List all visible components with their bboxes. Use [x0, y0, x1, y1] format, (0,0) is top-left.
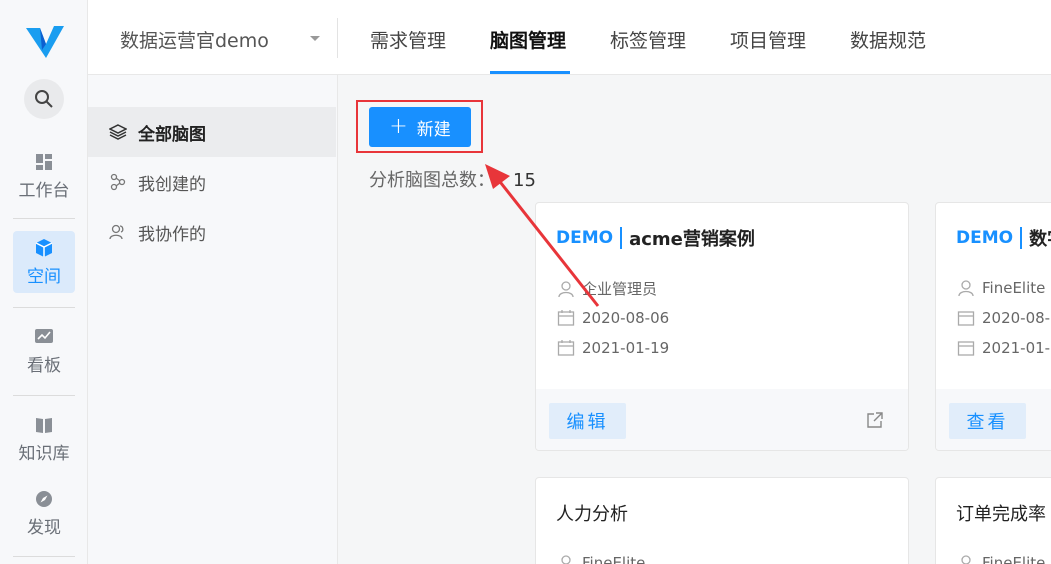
- card-name: 人力分析: [556, 504, 628, 525]
- card-created-date: 2020-08-2: [956, 308, 1051, 328]
- filter-label: 我创建的: [138, 174, 206, 195]
- view-button[interactable]: 查看: [949, 403, 1026, 439]
- caret-down-icon[interactable]: [310, 36, 320, 41]
- card-owner: FineElite: [956, 278, 1045, 298]
- card-footer: 编辑: [536, 389, 908, 450]
- nodes-icon: [108, 172, 128, 192]
- card-owner: FineElite: [556, 553, 645, 564]
- demo-tag: DEMO: [956, 228, 1014, 248]
- nav-item-knowledge-base[interactable]: 知识库: [13, 408, 75, 470]
- rail-divider: [13, 395, 75, 396]
- card-title: DEMO acme营销案例: [556, 225, 755, 251]
- total-count: 15: [513, 170, 536, 191]
- rail-divider: [13, 556, 75, 557]
- external-link-icon[interactable]: [866, 411, 884, 429]
- filter-collaborated[interactable]: 我协作的: [88, 207, 336, 257]
- app-root: 工作台 空间 看板 知识库 发现 数据运营官demo 需求管理 脑图管理 标签管…: [0, 0, 1051, 564]
- card-footer: 查看: [936, 389, 1051, 450]
- calendar-icon: [556, 338, 576, 358]
- book-icon: [34, 415, 54, 435]
- mindmap-filter-panel: 全部脑图 我创建的 我协作的: [88, 75, 338, 564]
- top-header: 数据运营官demo 需求管理 脑图管理 标签管理 项目管理 数据规范: [88, 0, 1051, 75]
- card-name: 订单完成率: [956, 504, 1046, 525]
- created-date: 2020-08-2: [982, 309, 1051, 327]
- new-button-label: 新建: [416, 119, 451, 140]
- tab-mindmaps[interactable]: 脑图管理: [490, 26, 566, 53]
- user-icon: [956, 553, 976, 564]
- card-name: 数字: [1029, 229, 1051, 250]
- tab-requirements[interactable]: 需求管理: [370, 26, 446, 53]
- filter-created-by-me[interactable]: 我创建的: [88, 157, 336, 207]
- filter-label: 我协作的: [138, 224, 206, 245]
- search-icon: [35, 90, 53, 108]
- user-icon: [556, 279, 576, 299]
- collaborator-icon: [108, 222, 128, 242]
- new-mindmap-button[interactable]: + 新建: [369, 107, 471, 147]
- card-updated-date: 2021-01-19: [556, 338, 669, 358]
- tab-data-standards[interactable]: 数据规范: [850, 26, 926, 53]
- nav-item-label: 空间: [27, 266, 61, 287]
- nav-item-board[interactable]: 看板: [13, 320, 75, 382]
- created-date: 2020-08-06: [582, 309, 670, 327]
- updated-date: 2021-01-19: [582, 339, 670, 357]
- filter-label: 全部脑图: [138, 124, 206, 145]
- updated-date: 2021-01-2: [982, 339, 1051, 357]
- card-name: acme营销案例: [629, 229, 755, 250]
- app-logo-icon[interactable]: [24, 20, 64, 60]
- space-selector[interactable]: 数据运营官demo: [120, 26, 269, 53]
- calendar-icon: [956, 338, 976, 358]
- mindmap-card[interactable]: DEMO acme营销案例 企业管理员 2020-08-06 2021-01-1…: [535, 202, 909, 451]
- owner-name: 企业管理员: [582, 280, 658, 298]
- rail-divider: [13, 307, 75, 308]
- nav-item-label: 工作台: [18, 180, 70, 201]
- card-title: 人力分析: [556, 500, 628, 526]
- title-separator: [1020, 227, 1023, 249]
- cube-icon: [34, 238, 54, 258]
- title-separator: [620, 227, 623, 249]
- owner-name: FineElite: [582, 554, 646, 564]
- nav-item-workbench[interactable]: 工作台: [13, 145, 75, 207]
- mindmap-card[interactable]: 人力分析 FineElite: [535, 477, 909, 564]
- nav-item-space[interactable]: 空间: [13, 231, 75, 293]
- card-title: DEMO 数字: [956, 225, 1051, 251]
- chart-board-icon: [34, 327, 54, 347]
- dashboard-grid-icon: [34, 152, 54, 172]
- owner-name: FineElite: [982, 554, 1046, 564]
- user-icon: [556, 553, 576, 564]
- header-divider: [337, 18, 338, 58]
- demo-tag: DEMO: [556, 228, 614, 248]
- tab-projects[interactable]: 项目管理: [730, 26, 806, 53]
- tab-tags[interactable]: 标签管理: [610, 26, 686, 53]
- card-owner: FineElite: [956, 553, 1045, 564]
- user-icon: [956, 278, 976, 298]
- mindmap-card[interactable]: 订单完成率 FineElite: [935, 477, 1051, 564]
- total-label: 分析脑图总数：: [369, 170, 495, 191]
- active-tab-indicator: [490, 71, 570, 74]
- card-updated-date: 2021-01-2: [956, 338, 1051, 358]
- calendar-icon: [956, 308, 976, 328]
- main-content: + 新建 分析脑图总数： 15 DEMO acme营销案例 企业管理员 2020-…: [338, 75, 1051, 564]
- mindmap-total: 分析脑图总数： 15: [369, 166, 536, 192]
- nav-item-label: 看板: [27, 355, 61, 376]
- layers-icon: [108, 122, 128, 142]
- nav-item-label: 发现: [27, 517, 61, 538]
- left-nav-rail: 工作台 空间 看板 知识库 发现: [0, 0, 88, 564]
- card-title: 订单完成率: [956, 500, 1046, 526]
- compass-icon: [34, 489, 54, 509]
- nav-item-label: 知识库: [18, 443, 70, 464]
- nav-item-discover[interactable]: 发现: [13, 482, 75, 544]
- search-button[interactable]: [24, 79, 64, 119]
- card-owner: 企业管理员: [556, 278, 657, 299]
- mindmap-card[interactable]: DEMO 数字 FineElite 2020-08-2 2021-01-2 查看: [935, 202, 1051, 451]
- calendar-icon: [556, 308, 576, 328]
- rail-divider: [13, 218, 75, 219]
- edit-button[interactable]: 编辑: [549, 403, 626, 439]
- filter-all-mindmaps[interactable]: 全部脑图: [88, 107, 336, 157]
- card-created-date: 2020-08-06: [556, 308, 669, 328]
- plus-icon: +: [389, 113, 408, 139]
- owner-name: FineElite: [982, 279, 1046, 297]
